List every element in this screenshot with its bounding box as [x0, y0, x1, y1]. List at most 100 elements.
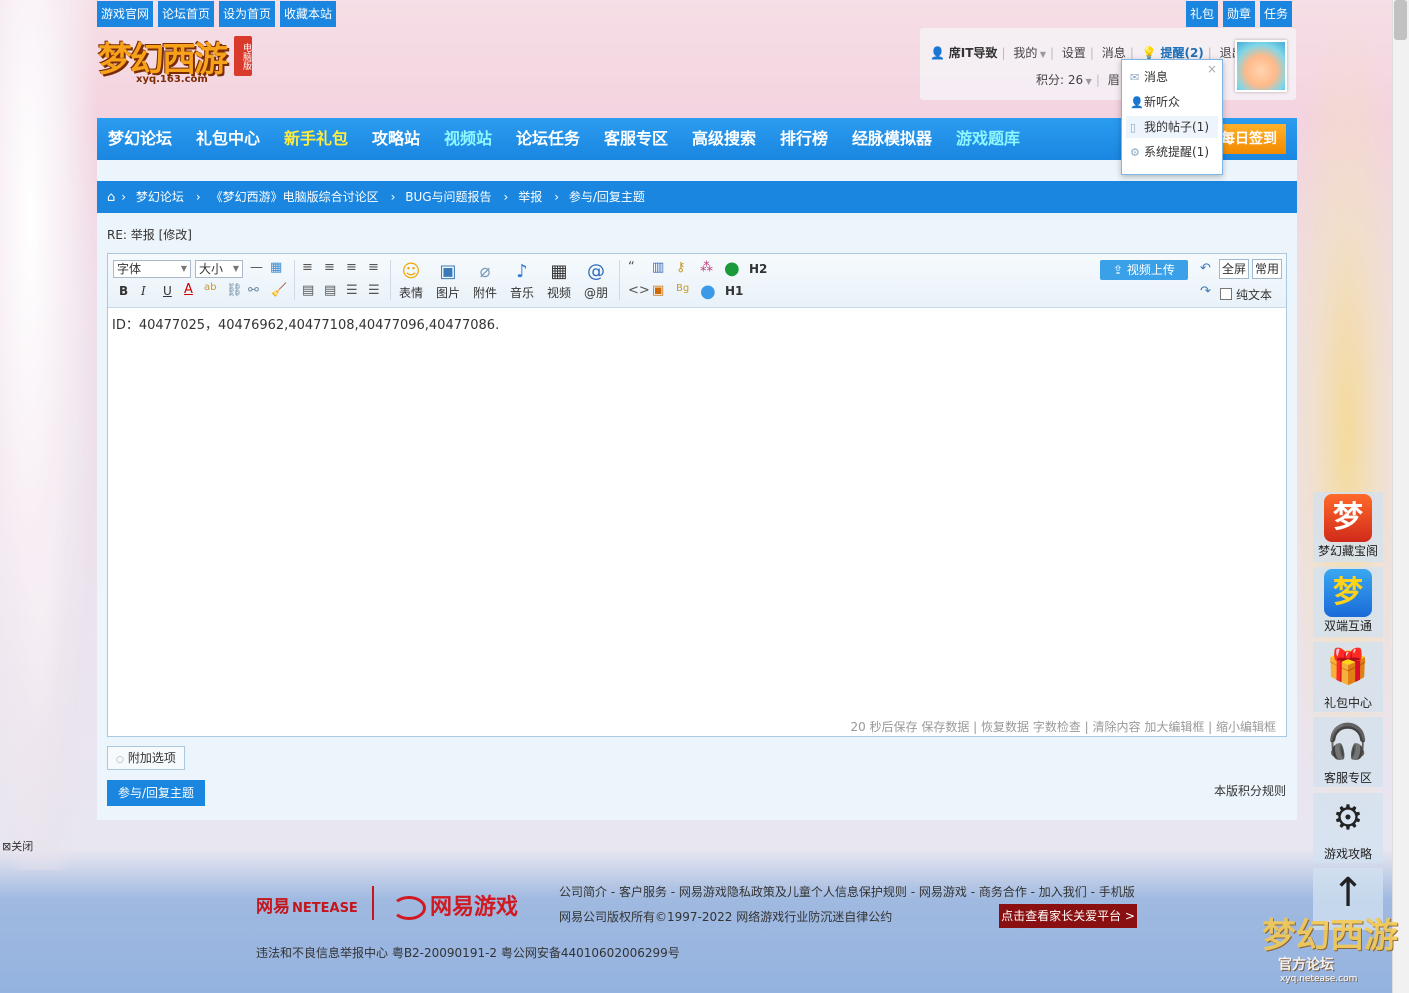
nav-item-ranking[interactable]: 排行榜: [780, 118, 828, 160]
scrollbar[interactable]: [1392, 0, 1409, 993]
dropdown-item-new-listeners[interactable]: 👤新听众: [1130, 91, 1180, 113]
unlink-icon[interactable]: ⚯: [248, 283, 259, 298]
dropdown-item-messages[interactable]: ✉ 消息: [1130, 66, 1168, 88]
breadcrumb-item[interactable]: BUG与问题报告: [405, 190, 491, 204]
parent-care-button[interactable]: 点击查看家长关爱平台 >: [999, 904, 1137, 928]
key-icon[interactable]: ⚷: [676, 260, 686, 275]
avatar[interactable]: [1235, 40, 1287, 92]
image-button[interactable]: ▣ 图片: [433, 260, 463, 301]
align-center-icon[interactable]: ≡: [324, 260, 335, 275]
dropdown-item-system-reminder[interactable]: ⚙ 系统提醒(1): [1130, 141, 1209, 163]
nav-item-gift-center[interactable]: 礼包中心: [196, 118, 260, 160]
align-right-icon[interactable]: ≡: [346, 260, 357, 275]
breadcrumb-item: 参与/回复主题: [568, 190, 645, 204]
common-button[interactable]: 常用: [1252, 259, 1283, 279]
scrollbar-thumb[interactable]: [1394, 0, 1407, 40]
link-bookmark[interactable]: 收藏本站: [280, 1, 337, 27]
settings-link[interactable]: 设置: [1062, 46, 1086, 60]
quote-icon[interactable]: “: [628, 260, 635, 275]
size-select[interactable]: 大小 ▼: [195, 260, 243, 278]
dropdown-item-my-posts[interactable]: ▯ 我的帖子(1): [1126, 116, 1218, 138]
spellcheck-icon[interactable]: ab: [204, 282, 216, 293]
eraser-icon[interactable]: 🧹: [271, 283, 287, 298]
username-link[interactable]: 席IT导致: [949, 46, 998, 60]
link-game-site[interactable]: 游戏官网: [97, 1, 154, 27]
code-icon[interactable]: <>: [628, 283, 650, 298]
float-item-dual-client[interactable]: 梦 双端互通: [1313, 567, 1383, 637]
reminder-link[interactable]: 提醒(2): [1160, 46, 1203, 60]
link-task[interactable]: 任务: [1260, 1, 1293, 27]
footer-legal[interactable]: 违法和不良信息举报中心 粤B2-20090191-2 粤公网安备44010602…: [256, 944, 680, 961]
font-color-icon[interactable]: A: [184, 282, 193, 297]
site-logo[interactable]: 梦幻西游 电脑版 xyq.163.com: [98, 28, 254, 90]
ordered-list-icon[interactable]: ☰: [346, 283, 358, 298]
float-right-icon[interactable]: ▤: [324, 283, 336, 298]
partial-link[interactable]: 眉: [1108, 73, 1120, 87]
netease-games-logo: 网易游戏: [392, 889, 518, 921]
breadcrumb-item[interactable]: 《梦幻西游》电脑版综合讨论区: [211, 190, 379, 204]
messages-link[interactable]: 消息: [1102, 46, 1126, 60]
nav-item-forum-task[interactable]: 论坛任务: [516, 118, 580, 160]
flash-icon[interactable]: ▣: [652, 283, 664, 298]
video-button[interactable]: ▦ 视频: [544, 260, 574, 301]
smiley-icon: ☺: [401, 261, 421, 282]
submit-reply-button[interactable]: 参与/回复主题: [107, 780, 205, 806]
float-left-icon[interactable]: ▤: [302, 283, 314, 298]
plaintext-checkbox[interactable]: [1220, 288, 1232, 300]
breadcrumb-item[interactable]: 举报: [518, 190, 542, 204]
emoji-button[interactable]: ☺ 表情: [396, 260, 426, 301]
fullscreen-button[interactable]: 全屏: [1219, 259, 1250, 279]
float-item-cangbaoge[interactable]: 梦 梦幻藏宝阁: [1313, 492, 1383, 562]
h2-button[interactable]: H2: [749, 262, 767, 276]
link-gift[interactable]: 礼包: [1186, 1, 1219, 27]
link-medal[interactable]: 勋章: [1223, 1, 1256, 27]
checkin-button[interactable]: 每日签到: [1212, 124, 1286, 154]
ghost-green-icon[interactable]: ●: [724, 258, 740, 279]
nav-item-quiz[interactable]: 游戏题库: [956, 118, 1020, 160]
link-forum-home[interactable]: 论坛首页: [158, 1, 215, 27]
nav-item-forum[interactable]: 梦幻论坛: [108, 118, 172, 160]
nav-item-video[interactable]: 视频站: [444, 118, 492, 160]
unordered-list-icon[interactable]: ☰: [368, 283, 380, 298]
nav-item-service[interactable]: 客服专区: [604, 118, 668, 160]
float-item-strategy[interactable]: ⚙ 游戏攻略: [1313, 793, 1383, 863]
undo-icon[interactable]: ↶: [1200, 261, 1211, 276]
nav-item-simulator[interactable]: 经脉模拟器: [852, 118, 932, 160]
breadcrumb-item[interactable]: 梦幻论坛: [136, 190, 184, 204]
table-icon[interactable]: ▦: [270, 260, 282, 275]
italic-button[interactable]: I: [141, 284, 146, 298]
hr-icon[interactable]: —: [250, 260, 263, 275]
float-item-service[interactable]: 🎧 客服专区: [1313, 717, 1383, 787]
freeze-icon[interactable]: ▥: [652, 260, 664, 275]
bold-button[interactable]: B: [119, 284, 128, 298]
background-icon[interactable]: Bg: [676, 283, 689, 294]
nav-item-newbie-gift[interactable]: 新手礼包: [284, 118, 348, 160]
font-select[interactable]: 字体 ▼: [113, 260, 191, 278]
nav-item-search[interactable]: 高级搜索: [692, 118, 756, 160]
link-icon[interactable]: ⛓: [226, 283, 243, 298]
ghost-blue-icon[interactable]: ●: [700, 281, 716, 302]
points-menu[interactable]: 积分: 26: [1036, 73, 1083, 87]
underline-button[interactable]: U: [163, 284, 172, 298]
redo-icon[interactable]: ↷: [1200, 284, 1211, 299]
dice-icon[interactable]: ⁂: [700, 260, 713, 275]
video-upload-button[interactable]: ⇪ 视频上传: [1100, 260, 1188, 280]
addon-options-button[interactable]: ○ 附加选项: [107, 746, 185, 770]
editor-status-bar[interactable]: 20 秒后保存 保存数据 | 恢复数据 字数检查 | 清除内容 加大编辑框 | …: [850, 718, 1276, 735]
close-icon[interactable]: ×: [1207, 62, 1217, 76]
nav-item-guide[interactable]: 攻略站: [372, 118, 420, 160]
close-link[interactable]: ⊠关闭: [2, 838, 33, 854]
footer-links[interactable]: 公司简介 - 客户服务 - 网易游戏隐私政策及儿童个人信息保护规则 - 网易游戏…: [559, 883, 1135, 900]
float-item-gift-center[interactable]: 🎁 礼包中心: [1313, 642, 1383, 712]
attachment-button[interactable]: ⌀ 附件: [470, 260, 500, 301]
home-icon[interactable]: ⌂: [107, 190, 115, 205]
my-menu[interactable]: 我的: [1013, 46, 1037, 60]
music-button[interactable]: ♪ 音乐: [507, 260, 537, 301]
points-rules-link[interactable]: 本版积分规则: [1214, 782, 1286, 799]
align-justify-icon[interactable]: ≡: [368, 260, 379, 275]
editor-content[interactable]: ID：40477025，40476962,40477108,40477096,4…: [112, 314, 499, 333]
mention-button[interactable]: @ @朋: [581, 260, 611, 301]
align-left-icon[interactable]: ≡: [302, 260, 313, 275]
h1-button[interactable]: H1: [725, 284, 743, 298]
link-set-homepage[interactable]: 设为首页: [219, 1, 276, 27]
